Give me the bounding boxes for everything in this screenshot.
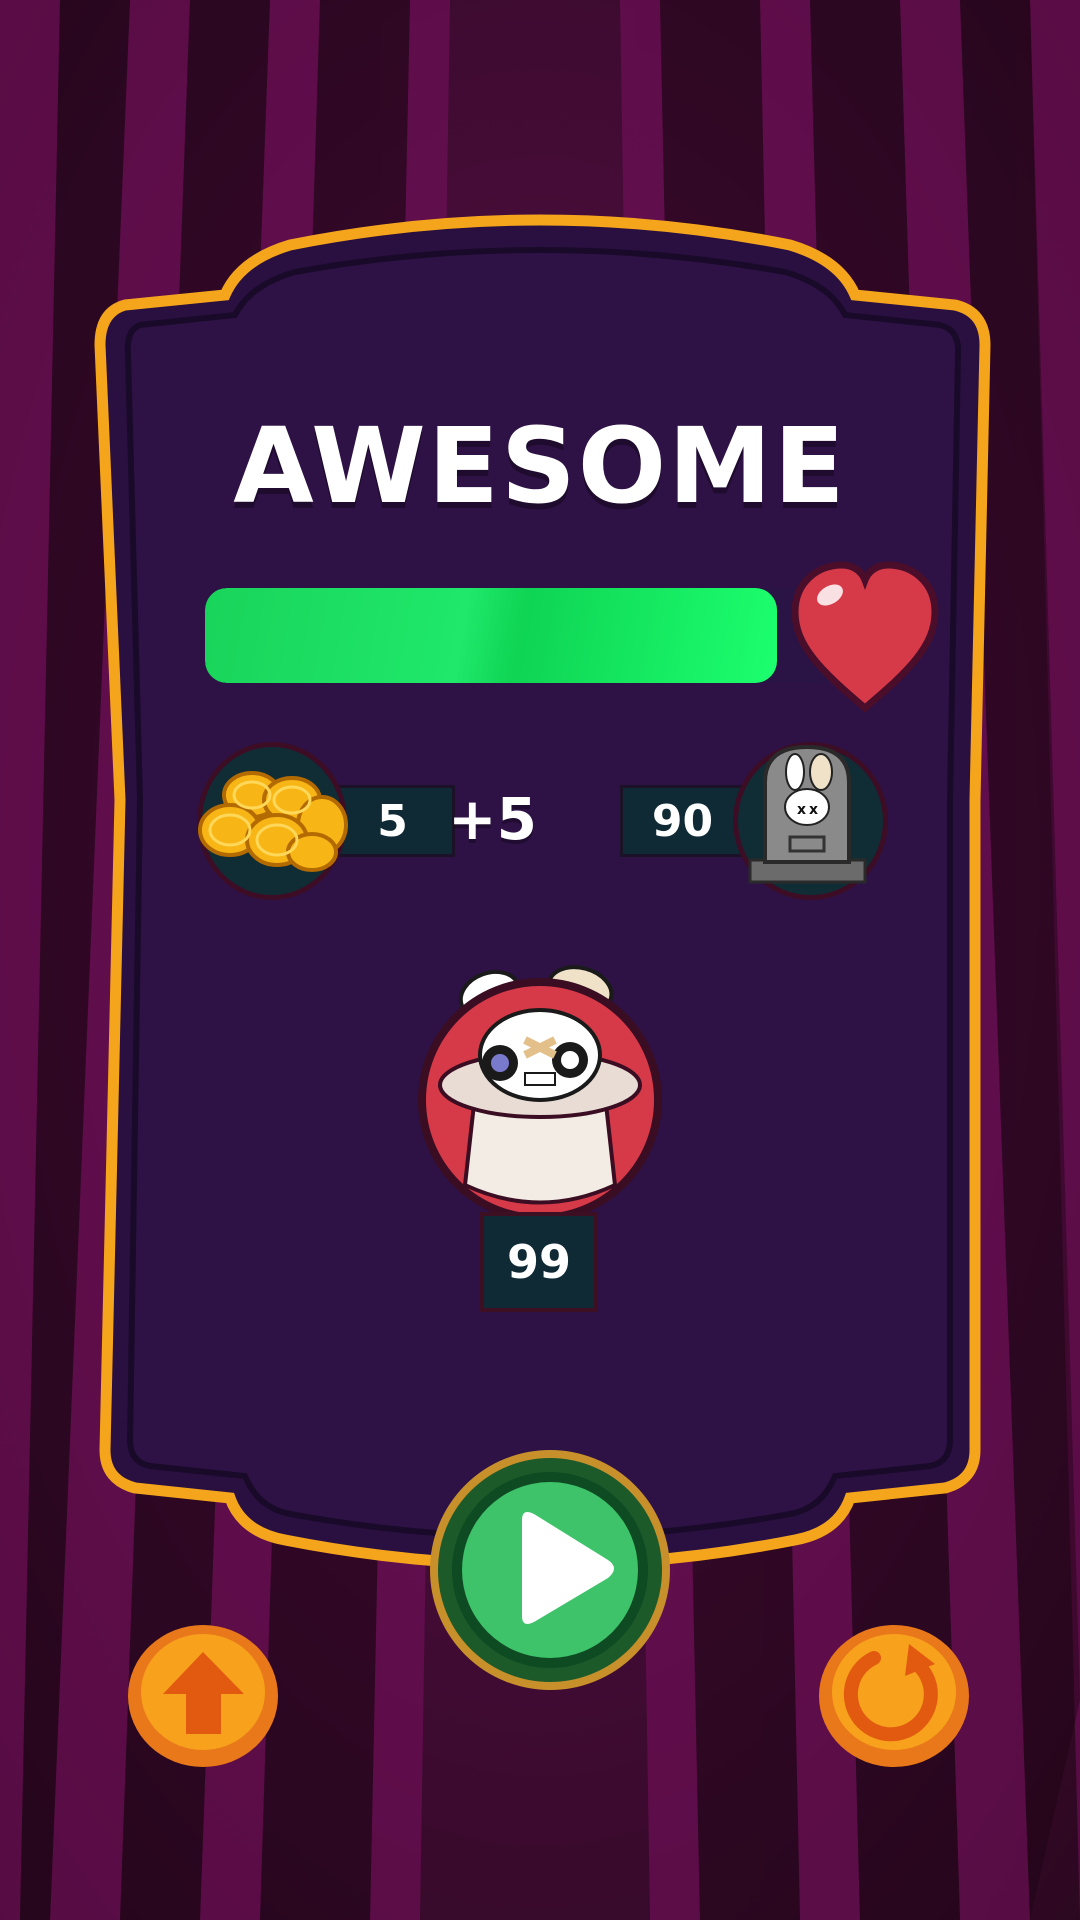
health-bar-fill xyxy=(205,588,777,683)
mushroom-bunny-character xyxy=(418,965,662,1220)
upgrade-button[interactable] xyxy=(126,1622,281,1770)
coins-bonus: +5 xyxy=(448,785,537,853)
svg-text:x: x xyxy=(809,802,818,818)
health-bar xyxy=(205,588,855,683)
result-title: AWESOME xyxy=(233,405,847,527)
restart-button[interactable] xyxy=(817,1622,972,1770)
coins-icon xyxy=(198,771,348,872)
kills-count: 90 xyxy=(620,785,745,857)
tombstone-icon: x x xyxy=(748,744,867,884)
character-count: 99 xyxy=(480,1212,598,1312)
svg-text:x: x xyxy=(797,802,806,818)
play-icon xyxy=(430,1450,670,1690)
heart-icon xyxy=(791,561,939,713)
arrow-up-icon xyxy=(128,1625,278,1767)
play-button[interactable] xyxy=(430,1450,670,1690)
restart-icon xyxy=(819,1625,969,1767)
